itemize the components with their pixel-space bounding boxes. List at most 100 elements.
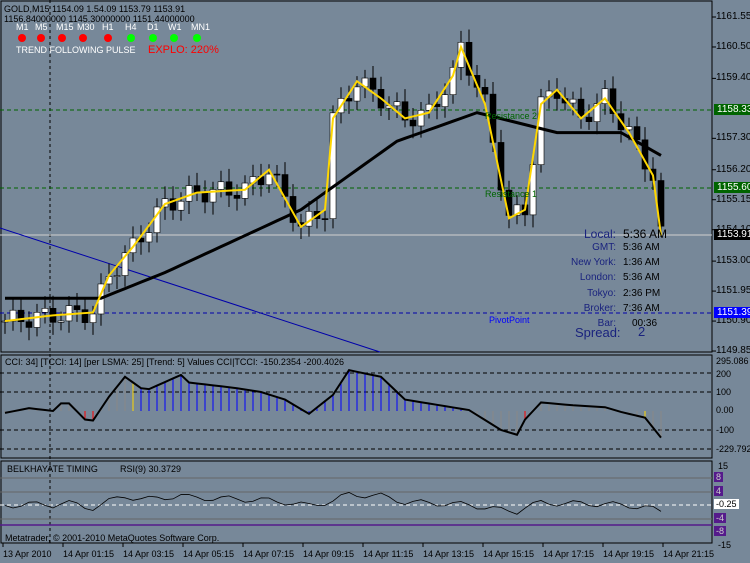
candle-body (321, 218, 329, 220)
candle-body (41, 308, 49, 313)
candle-body (441, 94, 449, 107)
pivot-point-label: PivotPoint (489, 315, 530, 325)
timeframe-status-dot (149, 34, 157, 42)
candle-body (89, 313, 97, 323)
candle-body (409, 119, 417, 127)
candle-body (113, 275, 121, 277)
timeframe-status-dot (104, 34, 112, 42)
time-axis-label: 14 Apr 03:15 (123, 549, 175, 559)
time-axis-label: 14 Apr 09:15 (303, 549, 355, 559)
rsi-axis-label: -15 (718, 540, 732, 550)
price-axis-label: 1159.40 (716, 72, 750, 84)
rsi-axis-label: -0.25 (714, 499, 739, 509)
candle-body (145, 232, 153, 243)
resistance-1-label: Resistance 1 (485, 189, 538, 199)
clock-local-value: 5:36 AM (623, 227, 668, 241)
clock-row-label: GMT: (592, 242, 616, 253)
rsi-title: BELKHAYATE TIMING (7, 464, 98, 474)
candle-body (569, 98, 577, 104)
clock-local-label: Local: (583, 227, 616, 241)
clock-row-label: London: (579, 272, 616, 284)
cci-axis-label: 200 (716, 369, 732, 379)
rsi-axis-label: -8 (714, 526, 727, 536)
resistance-2-label: Resistance 2 (485, 111, 538, 121)
candle-body (273, 173, 281, 176)
r2-price-tag: 1158.33 (714, 104, 750, 115)
timeframe-label: M5 (35, 22, 48, 32)
candle-body (633, 126, 641, 141)
candle-body (33, 312, 41, 328)
clock-row-value: 5:36 AM (623, 242, 660, 253)
timeframe-label: M30 (77, 22, 95, 32)
time-axis-label: 14 Apr 15:15 (483, 549, 535, 559)
rsi-line (4, 492, 662, 515)
explo-label: EXPLO: 220% (148, 44, 219, 56)
cci-axis-label: 100 (716, 387, 732, 397)
candle-body (73, 305, 81, 310)
candle-body (481, 87, 489, 95)
price-axis-label: 1149.85 (716, 345, 750, 357)
chart-window[interactable]: GOLD,M15 1154.09 1.54.09 1153.79 1153.91… (0, 0, 750, 563)
rsi-axis-label: 4 (714, 486, 724, 496)
timeframe-status-dot (58, 34, 66, 42)
time-axis-label: 14 Apr 13:15 (423, 549, 475, 559)
rsi-axis-label: -4 (714, 513, 727, 523)
timeframe-label: D1 (147, 22, 159, 32)
time-axis-label: 14 Apr 19:15 (603, 549, 655, 559)
price-axis-label: 1155.15 (716, 193, 750, 205)
time-axis-label: 14 Apr 07:15 (243, 549, 295, 559)
candle-body (193, 185, 201, 193)
cci-axis-label: 0.00 (716, 405, 734, 415)
candle-body (57, 320, 65, 323)
price-axis-label: 1161.55 (716, 11, 750, 22)
candle-body (201, 191, 209, 203)
candle-body (345, 98, 353, 102)
time-axis-label: 14 Apr 01:15 (63, 549, 115, 559)
candle-body (585, 116, 593, 122)
clock-row-value: 5:36 AM (623, 272, 660, 284)
timeframe-label: M15 (56, 22, 74, 32)
candle-body (177, 200, 185, 211)
timeframe-status-dot (193, 34, 201, 42)
candle-body (417, 110, 425, 127)
clock-row-label: Broker: (583, 302, 616, 314)
price-axis-label: 1153.00 (716, 255, 750, 267)
clock-row-label: New York: (570, 257, 616, 269)
rsi-axis-label: 15 (718, 461, 729, 471)
timeframe-label: H4 (125, 22, 137, 32)
timeframe-label: H1 (102, 22, 114, 32)
rsi-value: RSI(9) 30.3729 (120, 464, 182, 474)
time-axis-label: 14 Apr 21:15 (663, 549, 715, 559)
timeframe-label: W1 (168, 22, 182, 32)
candle-body (233, 194, 241, 199)
candle-body (217, 181, 225, 190)
clock-row-label: Tokyo: (587, 287, 616, 299)
timeframe-label: M1 (16, 22, 29, 32)
time-axis-label: 14 Apr 05:15 (183, 549, 235, 559)
clock-row-value: 2:36 PM (623, 287, 661, 299)
timeframe-status-dot (170, 34, 178, 42)
trend-line (0, 227, 381, 353)
price-axis-label: 1157.30 (716, 132, 750, 144)
symbol-info-2: 1156.84000000 1145.30000000 1151.4400000… (4, 14, 195, 24)
clock-row-value: 7:36 AM (623, 302, 660, 314)
copyright: Metatrader, © 2001-2010 MetaQuotes Softw… (5, 533, 220, 543)
r1-price-tag: 1155.60 (714, 182, 750, 193)
candle-body (25, 321, 33, 328)
candle-body (393, 101, 401, 107)
trend-label: TREND FOLLOWING PULSE (16, 45, 136, 55)
timeframe-status-dot (37, 34, 45, 42)
time-axis-label: 13 Apr 2010 (3, 549, 52, 559)
cci-axis-label: -100 (716, 425, 735, 435)
timeframe-status-dot (127, 34, 135, 42)
timeframe-status-dot (18, 34, 26, 42)
candle-body (265, 173, 273, 186)
rsi-pane-frame (0, 460, 713, 544)
spread-value: 2 (638, 324, 646, 339)
timeframe-label: MN1 (191, 22, 211, 32)
pivot-price-tag: 1151.39 (714, 307, 750, 318)
clock-row-value: 1:36 AM (623, 257, 660, 269)
time-axis-label: 14 Apr 11:15 (363, 549, 414, 559)
timeframe-status-dot (79, 34, 87, 42)
candle-body (185, 185, 193, 202)
